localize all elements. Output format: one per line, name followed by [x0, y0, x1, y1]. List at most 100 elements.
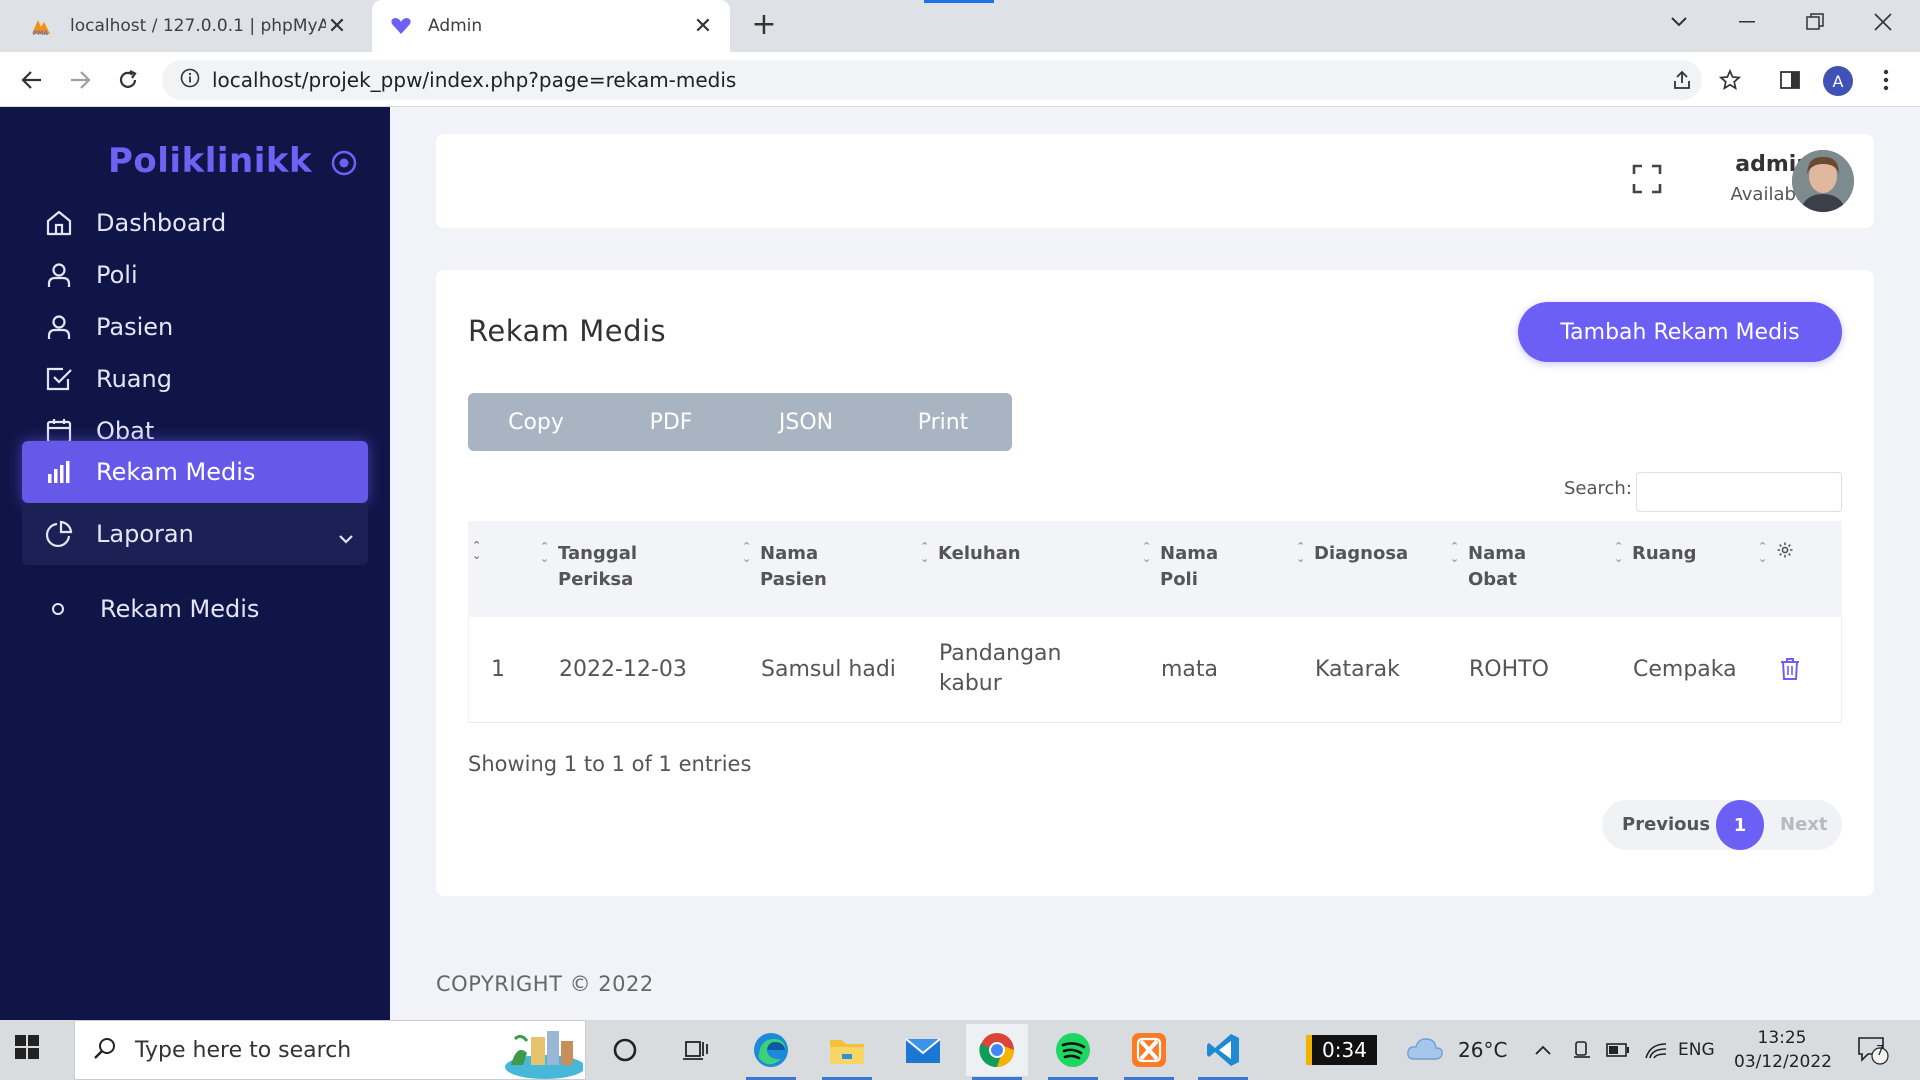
menu-kebab-icon[interactable] [1868, 62, 1904, 98]
page-button-1[interactable]: 1 [1716, 800, 1764, 850]
sidebar-item-laporan[interactable]: Laporan [22, 503, 368, 565]
sidebar-item-label: Dashboard [96, 209, 227, 237]
table-row: 1 2022-12-03 Samsul hadi Pandangan kabur … [468, 617, 1842, 723]
top-header: admin Available [436, 134, 1874, 228]
new-tab-button[interactable]: + [748, 8, 780, 42]
sidebar-item-label: Poli [96, 261, 138, 289]
column-header-diagnosa[interactable]: ⌃ ⌄ Diagnosa [1296, 541, 1408, 567]
mail-icon[interactable] [892, 1024, 954, 1076]
previous-page-button[interactable]: Previous [1622, 800, 1710, 850]
trash-icon[interactable] [1779, 657, 1803, 683]
spotify-icon[interactable] [1042, 1024, 1104, 1080]
json-button[interactable]: JSON [738, 393, 874, 451]
submenu-item-rekam-medis[interactable]: Rekam Medis [22, 581, 368, 637]
table-header: ⌃ ⌄ ⌃ ⌄ Tanggal Periksa ⌃ ⌄ Nama Pasien ⌃ ⌄ Ke… [468, 521, 1842, 617]
copy-button[interactable]: Copy [468, 393, 604, 451]
circle-icon [52, 603, 64, 615]
sidebar-item-label: Laporan [96, 520, 194, 548]
restore-icon[interactable] [1786, 6, 1844, 38]
phpmyadmin-icon: PMA [30, 15, 56, 37]
cell-no: 1 [491, 657, 505, 682]
site-info-icon[interactable] [180, 68, 200, 92]
edge-icon[interactable] [740, 1024, 802, 1080]
timer-widget[interactable]: 0:34 [1306, 1020, 1377, 1080]
battery-icon[interactable] [1606, 1020, 1630, 1080]
submenu-item-label: Rekam Medis [100, 595, 260, 623]
cloud-icon [1406, 1035, 1444, 1066]
taskbar-clock[interactable]: 13:25 03/12/2022 [1734, 1026, 1832, 1074]
gear-icon [1776, 542, 1794, 564]
close-tab-icon[interactable]: ✕ [326, 14, 348, 39]
address-bar[interactable]: localhost/projek_ppw/index.php?page=reka… [162, 60, 1702, 100]
wifi-icon[interactable] [1644, 1020, 1668, 1080]
file-explorer-icon[interactable] [816, 1024, 878, 1080]
column-header-no[interactable]: ⌃ ⌄ [472, 539, 482, 562]
bar-chart-icon [42, 455, 76, 489]
close-tab-icon[interactable]: ✕ [692, 14, 714, 39]
reload-icon[interactable] [110, 62, 146, 98]
search-input[interactable] [1636, 472, 1842, 512]
task-view-icon[interactable] [664, 1024, 726, 1076]
vscode-icon[interactable] [1192, 1024, 1254, 1080]
user-avatar[interactable] [1792, 150, 1854, 212]
column-header-nama-obat[interactable]: ⌃ ⌄ Nama Obat [1450, 541, 1526, 593]
forward-icon[interactable] [62, 62, 98, 98]
cortana-icon[interactable] [594, 1024, 656, 1076]
tab-phpmyadmin[interactable]: PMA localhost / 127.0.0.1 | phpMyAdmin ✕ [14, 0, 364, 52]
fullscreen-icon[interactable] [1632, 164, 1666, 198]
profile-avatar[interactable]: A [1823, 66, 1853, 96]
sort-icon: ⌃ ⌄ [920, 540, 930, 565]
clock-time: 13:25 [1757, 1028, 1807, 1048]
sidebar-item-label: Pasien [96, 313, 174, 341]
column-header-tanggal[interactable]: ⌃ ⌄ Tanggal Periksa [540, 541, 637, 593]
close-window-icon[interactable] [1854, 6, 1912, 38]
heart-icon [388, 15, 414, 37]
windows-taskbar: Type here to search 0:34 26°C ENG 13:25 … [0, 1020, 1920, 1080]
cell-keluhan: Pandangan kabur [939, 641, 1062, 696]
bookmark-star-icon[interactable] [1712, 62, 1748, 98]
share-icon[interactable] [1664, 62, 1700, 98]
xampp-icon[interactable] [1118, 1024, 1180, 1080]
chrome-icon[interactable] [966, 1024, 1028, 1080]
home-icon [42, 206, 76, 240]
sort-icon: ⌃ ⌄ [1614, 540, 1624, 565]
weather-temperature: 26°C [1458, 1038, 1508, 1062]
browser-tab-bar: PMA localhost / 127.0.0.1 | phpMyAdmin ✕… [0, 0, 1920, 52]
weather-widget[interactable]: 26°C [1406, 1020, 1507, 1080]
tab-admin[interactable]: Admin ✕ [372, 0, 730, 52]
meet-now-icon[interactable] [1572, 1020, 1592, 1080]
search-label: Search: [1564, 478, 1632, 499]
sidebar-toggle-icon[interactable] [330, 149, 358, 177]
browser-toolbar: localhost/projek_ppw/index.php?page=reka… [0, 52, 1920, 107]
footer-copyright: COPYRIGHT © 2022 [436, 972, 654, 996]
back-icon[interactable] [14, 62, 50, 98]
brand-logo[interactable]: Poliklinikk [108, 141, 312, 181]
sidebar-item-label: Ruang [96, 365, 172, 393]
cell-nama-pasien: Samsul hadi [761, 657, 896, 682]
pdf-button[interactable]: PDF [604, 393, 738, 451]
column-header-ruang[interactable]: ⌃ ⌄ Ruang [1614, 541, 1697, 567]
print-button[interactable]: Print [874, 393, 1012, 451]
tab-search-icon[interactable] [1650, 6, 1708, 38]
sidebar-item-rekam-medis[interactable]: Rekam Medis [22, 441, 368, 503]
sidebar-item-label: Rekam Medis [96, 458, 256, 486]
column-header-keluhan[interactable]: ⌃ ⌄ Keluhan [920, 541, 1021, 567]
language-indicator[interactable]: ENG [1678, 1020, 1715, 1080]
add-rekam-medis-button[interactable]: Tambah Rekam Medis [1518, 302, 1842, 362]
taskbar-search-input[interactable]: Type here to search [74, 1020, 586, 1080]
next-page-button[interactable]: Next [1780, 800, 1828, 850]
side-panel-icon[interactable] [1772, 62, 1808, 98]
sort-icon: ⌃ ⌄ [472, 539, 482, 562]
cell-nama-poli: mata [1161, 657, 1219, 682]
column-header-nama-poli[interactable]: ⌃ ⌄ Nama Poli [1142, 541, 1218, 593]
column-header-nama-pasien[interactable]: ⌃ ⌄ Nama Pasien [742, 541, 827, 593]
page-title: Rekam Medis [468, 314, 667, 348]
column-header-actions[interactable]: ⌃ ⌄ [1758, 541, 1794, 567]
sort-icon: ⌃ ⌄ [742, 540, 752, 565]
cell-nama-obat: ROHTO [1469, 657, 1549, 682]
svg-text:PMA: PMA [33, 30, 48, 36]
minimize-icon[interactable] [1718, 6, 1776, 38]
show-hidden-icons[interactable] [1534, 1020, 1552, 1080]
notification-center-icon[interactable]: 7 [1856, 1020, 1890, 1080]
windows-start-icon[interactable] [14, 1034, 58, 1066]
